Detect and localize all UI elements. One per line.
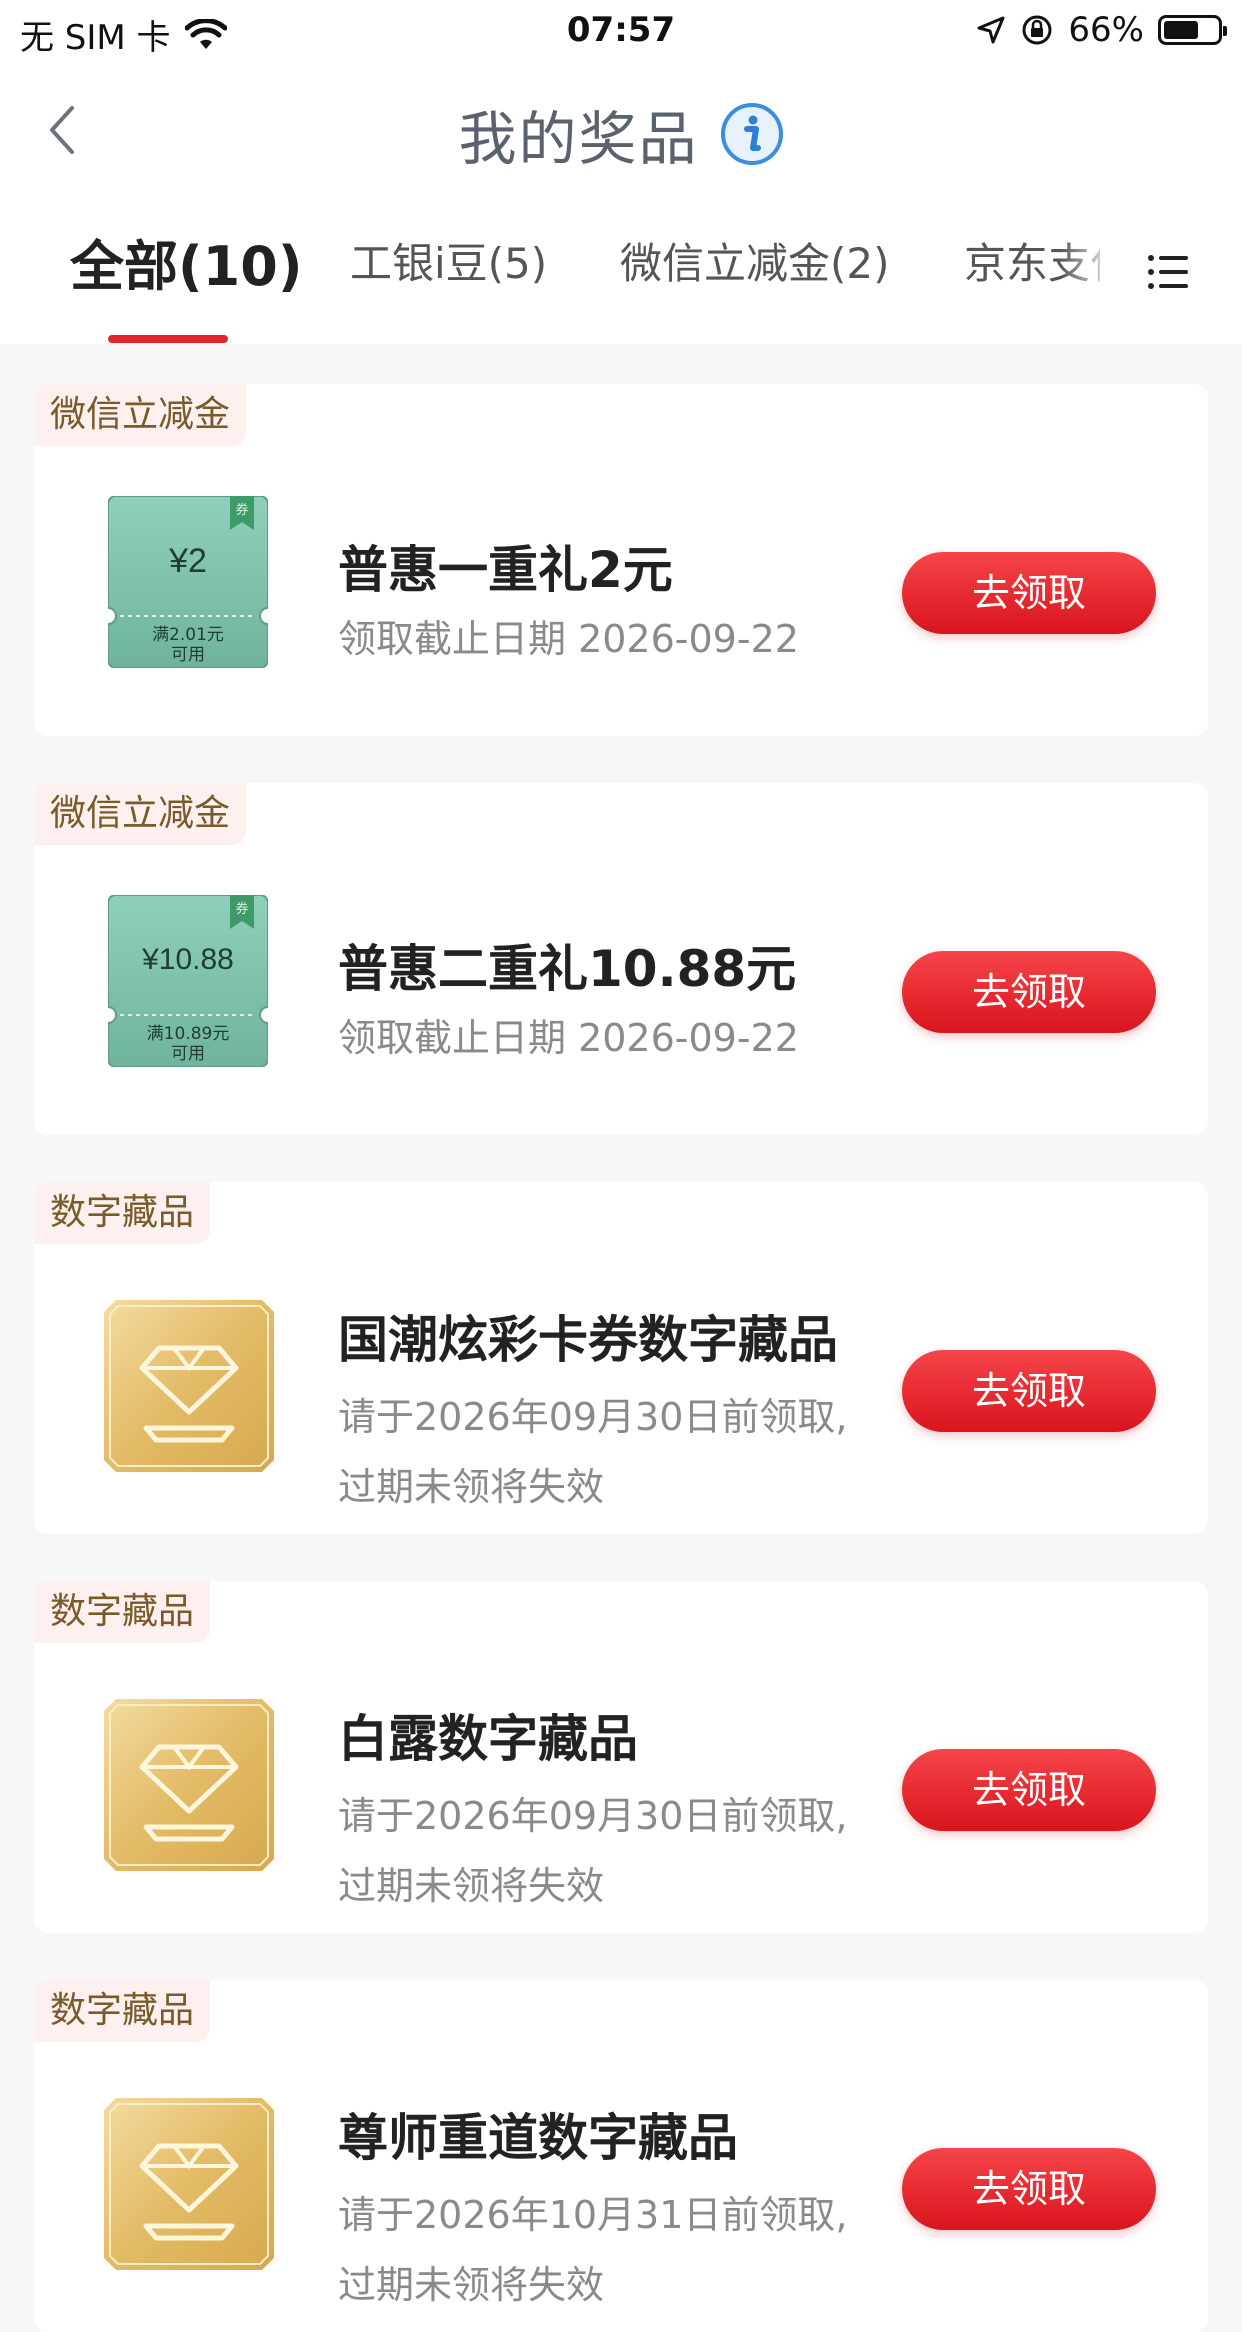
prize-expiry-note: 过期未领将失效 (338, 1465, 605, 1509)
tab-icbc-beans[interactable]: 工银i豆(5) (350, 230, 547, 291)
claim-button[interactable]: 去领取 (902, 2148, 1156, 2230)
prize-title: 白露数字藏品 (338, 1710, 638, 1768)
prize-deadline: 请于2026年09月30日前领取, (338, 1395, 848, 1439)
claim-button[interactable]: 去领取 (902, 951, 1156, 1033)
rotation-lock-icon (1022, 15, 1052, 45)
digital-collectible-diamond-icon (104, 1699, 274, 1871)
category-tag: 微信立减金 (34, 783, 247, 845)
coupon-usable: 可用 (171, 645, 205, 665)
prize-card: 数字藏品 白露数字藏品 请于2026年09月30日前领取, 过期未领将失效 去领… (34, 1581, 1208, 1933)
category-tag: 数字藏品 (34, 1182, 211, 1244)
prize-deadline: 领取截止日期 2026-09-22 (338, 617, 799, 661)
coupon-usable: 可用 (171, 1044, 205, 1064)
category-tag: 数字藏品 (34, 1980, 211, 2042)
digital-collectible-diamond-icon (104, 1300, 274, 1472)
info-icon[interactable] (720, 102, 784, 166)
coupon-amount: ¥2 (168, 542, 207, 580)
status-bar: 无 SIM 卡 07:57 66% (0, 0, 1242, 62)
page-title: 我的奖品 (458, 105, 699, 173)
coupon-amount: ¥10.88 (141, 943, 234, 976)
coupon-condition: 满2.01元 (152, 625, 224, 645)
battery-percent: 66% (1068, 10, 1144, 50)
nav-title-wrap: 我的奖品 (0, 92, 1242, 176)
location-arrow-icon (977, 16, 1005, 44)
coupon-ticket-icon: 券 ¥2 满2.01元 可用 (108, 496, 268, 668)
tab-fade (1060, 202, 1140, 344)
tab-active-indicator (108, 335, 228, 343)
coupon-badge-text: 券 (235, 502, 248, 518)
list-menu-icon[interactable] (1146, 250, 1190, 294)
prize-card: 数字藏品 国潮炫彩卡券数字藏品 请于2026年09月30日前领取, 过期未领将失… (34, 1182, 1208, 1534)
claim-button[interactable]: 去领取 (902, 1749, 1156, 1831)
prize-card: 微信立减金 券 ¥10.88 满10.89元 可用 普惠二重礼10.88元 领取… (34, 783, 1208, 1135)
tab-scroller: 全部(10) 工银i豆(5) 微信立减金(2) 京东支付 (0, 202, 1100, 344)
category-tag: 微信立减金 (34, 384, 247, 446)
tab-bar: 全部(10) 工银i豆(5) 微信立减金(2) 京东支付 (0, 202, 1242, 344)
coupon-ticket-icon: 券 ¥10.88 满10.89元 可用 (108, 895, 268, 1067)
coupon-badge-text: 券 (235, 901, 248, 917)
claim-button[interactable]: 去领取 (902, 552, 1156, 634)
prize-deadline: 领取截止日期 2026-09-22 (338, 1016, 799, 1060)
nav-bar: 我的奖品 (0, 62, 1242, 202)
prize-title: 尊师重道数字藏品 (338, 2109, 738, 2167)
prize-expiry-note: 过期未领将失效 (338, 2263, 605, 2307)
tab-wechat-coupon[interactable]: 微信立减金(2) (620, 230, 890, 291)
prize-card: 数字藏品 尊师重道数字藏品 请于2026年10月31日前领取, 过期未领将失效 … (34, 1980, 1208, 2332)
tab-all[interactable]: 全部(10) (70, 222, 303, 301)
prize-expiry-note: 过期未领将失效 (338, 1864, 605, 1908)
category-tag: 数字藏品 (34, 1581, 211, 1643)
battery-icon (1158, 15, 1227, 45)
prize-title: 国潮炫彩卡券数字藏品 (338, 1311, 838, 1369)
prize-card: 微信立减金 券 ¥2 满2.01元 可用 普惠一重礼2元 领取截止日期 2026… (34, 384, 1208, 736)
claim-button[interactable]: 去领取 (902, 1350, 1156, 1432)
prize-title: 普惠二重礼10.88元 (338, 940, 797, 998)
prize-title: 普惠一重礼2元 (338, 541, 673, 599)
coupon-condition: 满10.89元 (147, 1024, 230, 1044)
prize-deadline: 请于2026年10月31日前领取, (338, 2193, 848, 2237)
digital-collectible-diamond-icon (104, 2098, 274, 2270)
prize-deadline: 请于2026年09月30日前领取, (338, 1794, 848, 1838)
status-right: 66% (976, 10, 1227, 50)
